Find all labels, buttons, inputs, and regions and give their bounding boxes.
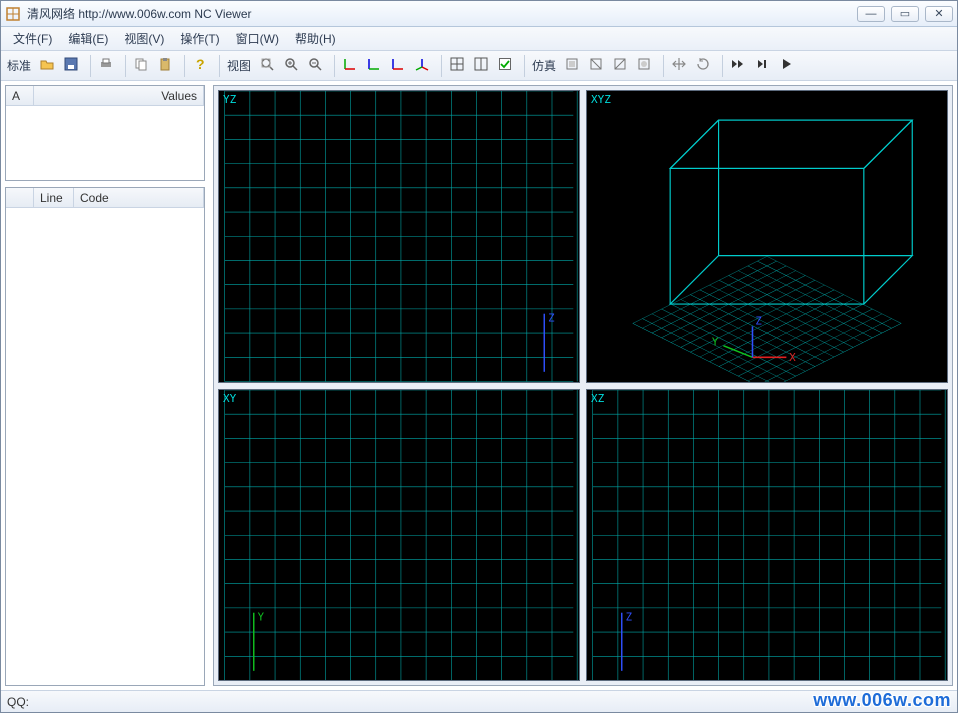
- sim-tool2-icon[interactable]: [587, 55, 609, 77]
- status-qq: QQ:: [7, 695, 29, 709]
- viewport-xy[interactable]: XY Y: [218, 389, 580, 682]
- values-col-values[interactable]: Values: [34, 86, 204, 105]
- maximize-button[interactable]: ▭: [891, 6, 919, 22]
- axis-xz-icon[interactable]: [389, 55, 411, 77]
- layout-4view-icon[interactable]: [448, 55, 470, 77]
- watermark: www.006w.com: [813, 690, 951, 711]
- svg-text:Z: Z: [755, 314, 762, 327]
- app-icon: [5, 6, 21, 22]
- viewport-xyz[interactable]: X Y Z: [586, 90, 948, 383]
- values-col-a[interactable]: A: [6, 86, 34, 105]
- code-header: Line Code: [6, 188, 204, 208]
- axis-yz-icon[interactable]: [365, 55, 387, 77]
- open-icon[interactable]: [38, 55, 60, 77]
- toolbar: 标准 ? 视图 仿真: [1, 51, 957, 81]
- svg-text:?: ?: [196, 56, 205, 72]
- menu-bar: 文件(F) 编辑(E) 视图(V) 操作(T) 窗口(W) 帮助(H): [1, 27, 957, 51]
- layout-2view-icon[interactable]: [472, 55, 494, 77]
- play-icon[interactable]: [777, 55, 799, 77]
- code-col-handle[interactable]: [6, 188, 34, 207]
- axis-z-label2: Z: [626, 610, 633, 623]
- values-body[interactable]: [6, 106, 204, 180]
- menu-edit[interactable]: 编辑(E): [60, 27, 116, 50]
- code-panel: Line Code: [5, 187, 205, 686]
- help-icon[interactable]: ?: [191, 55, 213, 77]
- values-header: A Values: [6, 86, 204, 106]
- menu-file[interactable]: 文件(F): [5, 27, 60, 50]
- viewport-xyz-label: XYZ: [591, 93, 611, 106]
- step-forward-icon[interactable]: [753, 55, 775, 77]
- toolbar-std-label: 标准: [5, 57, 37, 74]
- viewport-yz-label: YZ: [223, 93, 236, 106]
- menu-help[interactable]: 帮助(H): [287, 27, 344, 50]
- paste-icon[interactable]: [156, 55, 178, 77]
- copy-icon[interactable]: [132, 55, 154, 77]
- sim-tool4-icon[interactable]: [635, 55, 657, 77]
- code-col-code[interactable]: Code: [74, 188, 204, 207]
- save-icon[interactable]: [62, 55, 84, 77]
- toolbar-sim-label: 仿真: [530, 57, 562, 74]
- window-buttons: — ▭ ✕: [857, 6, 953, 22]
- viewport-yz[interactable]: YZ Z: [218, 90, 580, 383]
- axis-xy-icon[interactable]: [341, 55, 363, 77]
- window-title: 清风网络 http://www.006w.com NC Viewer: [27, 5, 857, 22]
- zoom-fit-icon[interactable]: [258, 55, 280, 77]
- status-bar: QQ: www.006w.com: [1, 690, 957, 712]
- pan-icon[interactable]: [670, 55, 692, 77]
- zoom-in-icon[interactable]: [282, 55, 304, 77]
- viewport-xz-label: XZ: [591, 392, 604, 405]
- title-bar: 清风网络 http://www.006w.com NC Viewer — ▭ ✕: [1, 1, 957, 27]
- checkbox-icon[interactable]: [496, 55, 518, 77]
- viewport-xz[interactable]: XZ Z: [586, 389, 948, 682]
- axis-y-label: Y: [712, 336, 719, 349]
- axis-xyz-icon[interactable]: [413, 55, 435, 77]
- left-column: A Values Line Code: [1, 81, 209, 690]
- minimize-button[interactable]: —: [857, 6, 885, 22]
- menu-view[interactable]: 视图(V): [116, 27, 172, 50]
- rotate-icon[interactable]: [694, 55, 716, 77]
- viewport-xy-label: XY: [223, 392, 236, 405]
- menu-window[interactable]: 窗口(W): [228, 27, 287, 50]
- sim-tool3-icon[interactable]: [611, 55, 633, 77]
- values-panel: A Values: [5, 85, 205, 181]
- axis-y-label2: Y: [258, 610, 265, 623]
- fast-forward-icon[interactable]: [729, 55, 751, 77]
- sim-tool1-icon[interactable]: [563, 55, 585, 77]
- toolbar-view-label: 视图: [225, 57, 257, 74]
- close-button[interactable]: ✕: [925, 6, 953, 22]
- menu-operate[interactable]: 操作(T): [172, 27, 227, 50]
- code-body[interactable]: [6, 208, 204, 685]
- axis-x-label: X: [789, 351, 796, 364]
- print-icon[interactable]: [97, 55, 119, 77]
- axis-z-label: Z: [548, 311, 555, 324]
- main-area: A Values Line Code YZ: [1, 81, 957, 690]
- zoom-out-icon[interactable]: [306, 55, 328, 77]
- viewport-container: YZ Z XYZ: [209, 81, 957, 690]
- code-col-line[interactable]: Line: [34, 188, 74, 207]
- viewport-grid: YZ Z XYZ: [213, 85, 953, 686]
